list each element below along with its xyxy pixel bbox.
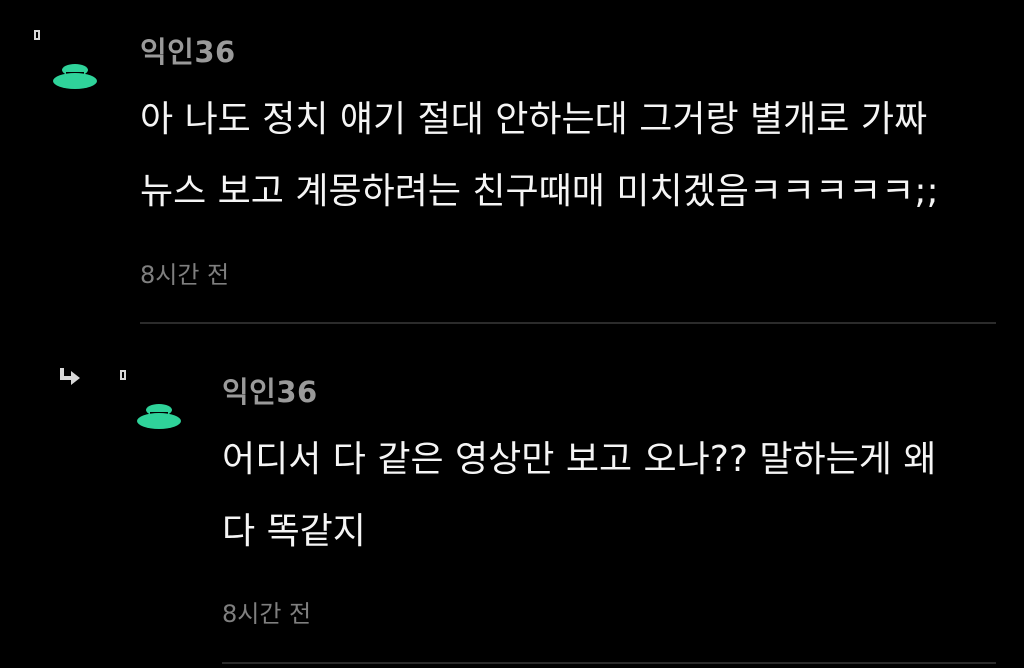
square-icon xyxy=(34,30,40,40)
comment-line: 뉴스 보고 계몽하려는 친구때매 미치겠음ㅋㅋㅋㅋㅋ;; xyxy=(140,171,939,212)
comment-line: 아 나도 정치 얘기 절대 안하는대 그거랑 별개로 가짜 xyxy=(140,99,928,140)
reply-comment-item: 익인36 어디서 다 같은 영상만 보고 오나?? 말하는게 왜 다 똑같지 8… xyxy=(0,326,1024,668)
nickname[interactable]: 익인36 xyxy=(140,29,236,71)
square-icon xyxy=(120,370,126,380)
divider xyxy=(222,662,996,664)
reply-arrow-icon xyxy=(60,368,80,385)
divider xyxy=(140,322,996,324)
timestamp: 8시간 전 xyxy=(222,600,312,628)
mushroom-avatar-icon[interactable] xyxy=(136,402,182,430)
nickname[interactable]: 익인36 xyxy=(222,369,318,411)
comment-text: 아 나도 정치 얘기 절대 안하는대 그거랑 별개로 가짜 뉴스 보고 계몽하려… xyxy=(140,84,939,228)
timestamp: 8시간 전 xyxy=(140,261,230,289)
comment-line: 다 똑같지 xyxy=(222,511,366,552)
mushroom-avatar-icon[interactable] xyxy=(52,62,98,90)
comment-line: 어디서 다 같은 영상만 보고 오나?? 말하는게 왜 xyxy=(222,439,937,480)
comment-item: 익인36 아 나도 정치 얘기 절대 안하는대 그거랑 별개로 가짜 뉴스 보고… xyxy=(0,0,1024,326)
comment-text: 어디서 다 같은 영상만 보고 오나?? 말하는게 왜 다 똑같지 xyxy=(222,424,936,568)
